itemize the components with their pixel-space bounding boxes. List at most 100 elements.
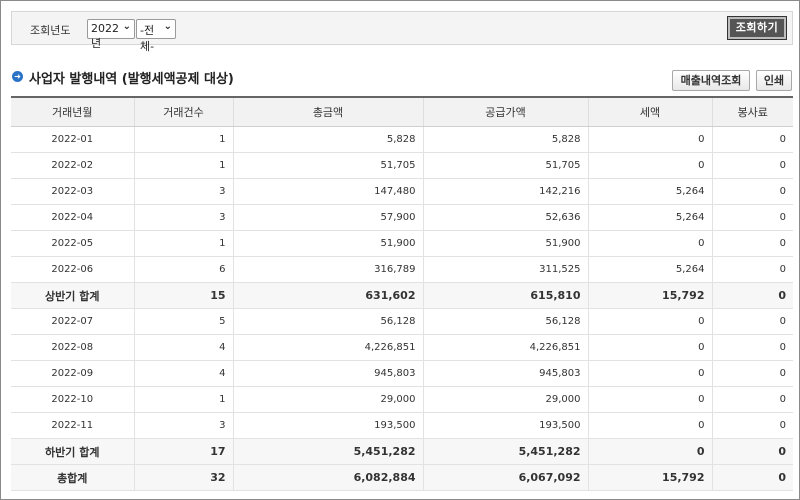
cell-count: 3 — [134, 412, 234, 439]
table-row: 2022-03 3 147,480 142,216 5,264 0 — [11, 178, 793, 205]
cell-month: 2022-09 — [11, 360, 135, 387]
cell-service: 0 — [712, 256, 793, 283]
type-select-value: -전체- — [140, 24, 155, 53]
cell-tax: 0 — [588, 334, 713, 361]
table-row: 2022-05 1 51,900 51,900 0 0 — [11, 230, 793, 257]
table-row: 2022-09 4 945,803 945,803 0 0 — [11, 360, 793, 387]
cell-count: 32 — [134, 464, 234, 491]
cell-count: 5 — [134, 308, 234, 335]
cell-tax: 0 — [588, 152, 713, 179]
year-select[interactable]: 2022년 ⌄ — [87, 19, 135, 50]
cell-supply: 5,828 — [423, 126, 589, 153]
cell-total: 945,803 — [233, 360, 424, 387]
cell-count: 1 — [134, 230, 234, 257]
cell-month: 2022-04 — [11, 204, 135, 231]
cell-count: 4 — [134, 360, 234, 387]
cell-total: 4,226,851 — [233, 334, 424, 361]
cell-supply: 945,803 — [423, 360, 589, 387]
cell-tax: 5,264 — [588, 256, 713, 283]
cell-tax: 0 — [588, 438, 713, 465]
search-button[interactable]: 조회하기 — [727, 16, 787, 40]
cell-tax: 0 — [588, 386, 713, 413]
cell-count: 1 — [134, 126, 234, 153]
cell-total: 51,705 — [233, 152, 424, 179]
cell-service: 0 — [712, 360, 793, 387]
cell-tax: 15,792 — [588, 464, 713, 491]
print-button[interactable]: 인쇄 — [756, 70, 792, 91]
chevron-down-icon: ⌄ — [122, 21, 131, 32]
cell-supply: 51,705 — [423, 152, 589, 179]
cell-total: 51,900 — [233, 230, 424, 257]
cell-supply: 615,810 — [423, 282, 589, 309]
cell-tax: 0 — [588, 230, 713, 257]
cell-total: 5,451,282 — [233, 438, 424, 465]
arrow-circle-icon: ➜ — [12, 71, 23, 82]
cell-month: 총합계 — [11, 464, 135, 491]
cell-tax: 0 — [588, 308, 713, 335]
cell-supply: 29,000 — [423, 386, 589, 413]
table-row: 2022-06 6 316,789 311,525 5,264 0 — [11, 256, 793, 283]
cell-count: 6 — [134, 256, 234, 283]
cell-month: 2022-02 — [11, 152, 135, 179]
col-header-month: 거래년월 — [11, 97, 135, 127]
cell-total: 6,082,884 — [233, 464, 424, 491]
cell-month: 2022-10 — [11, 386, 135, 413]
table-total-row: 하반기 합계 17 5,451,282 5,451,282 0 0 — [11, 438, 793, 465]
cell-service: 0 — [712, 412, 793, 439]
cell-service: 0 — [712, 126, 793, 153]
cell-total: 193,500 — [233, 412, 424, 439]
cell-total: 316,789 — [233, 256, 424, 283]
cell-service: 0 — [712, 282, 793, 309]
cell-supply: 5,451,282 — [423, 438, 589, 465]
col-header-service: 봉사료 — [712, 97, 793, 127]
cell-count: 1 — [134, 152, 234, 179]
filter-bar: 조회년도 2022년 ⌄ -전체- ⌄ 조회하기 — [11, 11, 793, 53]
cell-month: 2022-03 — [11, 178, 135, 205]
year-select-value: 2022년 — [91, 22, 119, 50]
cell-supply: 6,067,092 — [423, 464, 589, 491]
cell-total: 56,128 — [233, 308, 424, 335]
cell-supply: 142,216 — [423, 178, 589, 205]
sales-history-button[interactable]: 매출내역조회 — [672, 70, 750, 91]
cell-month: 2022-07 — [11, 308, 135, 335]
cell-service: 0 — [712, 152, 793, 179]
cell-month: 하반기 합계 — [11, 438, 135, 465]
type-select[interactable]: -전체- ⌄ — [136, 19, 176, 53]
col-header-tax: 세액 — [588, 97, 713, 127]
cell-supply: 193,500 — [423, 412, 589, 439]
table-header-row: 거래년월 거래건수 총금액 공급가액 세액 봉사료 — [11, 97, 793, 127]
cell-month: 2022-06 — [11, 256, 135, 283]
cell-total: 57,900 — [233, 204, 424, 231]
cell-month: 2022-01 — [11, 126, 135, 153]
table-row: 2022-02 1 51,705 51,705 0 0 — [11, 152, 793, 179]
cell-supply: 56,128 — [423, 308, 589, 335]
cell-count: 3 — [134, 178, 234, 205]
cell-count: 17 — [134, 438, 234, 465]
cell-month: 2022-11 — [11, 412, 135, 439]
cell-tax: 5,264 — [588, 204, 713, 231]
cell-month: 상반기 합계 — [11, 282, 135, 309]
cell-tax: 0 — [588, 126, 713, 153]
cell-service: 0 — [712, 178, 793, 205]
cell-service: 0 — [712, 308, 793, 335]
cell-total: 29,000 — [233, 386, 424, 413]
cell-service: 0 — [712, 386, 793, 413]
cell-tax: 15,792 — [588, 282, 713, 309]
cell-month: 2022-05 — [11, 230, 135, 257]
table-total-row: 상반기 합계 15 631,602 615,810 15,792 0 — [11, 282, 793, 309]
cell-tax: 0 — [588, 360, 713, 387]
table-row: 2022-07 5 56,128 56,128 0 0 — [11, 308, 793, 335]
cell-month: 2022-08 — [11, 334, 135, 361]
cell-tax: 0 — [588, 412, 713, 439]
cell-tax: 5,264 — [588, 178, 713, 205]
cell-service: 0 — [712, 230, 793, 257]
cell-supply: 311,525 — [423, 256, 589, 283]
cell-supply: 51,900 — [423, 230, 589, 257]
cell-service: 0 — [712, 464, 793, 491]
cell-service: 0 — [712, 204, 793, 231]
cell-total: 147,480 — [233, 178, 424, 205]
table-row: 2022-04 3 57,900 52,636 5,264 0 — [11, 204, 793, 231]
table-row: 2022-01 1 5,828 5,828 0 0 — [11, 126, 793, 153]
cell-service: 0 — [712, 438, 793, 465]
table-row: 2022-11 3 193,500 193,500 0 0 — [11, 412, 793, 439]
